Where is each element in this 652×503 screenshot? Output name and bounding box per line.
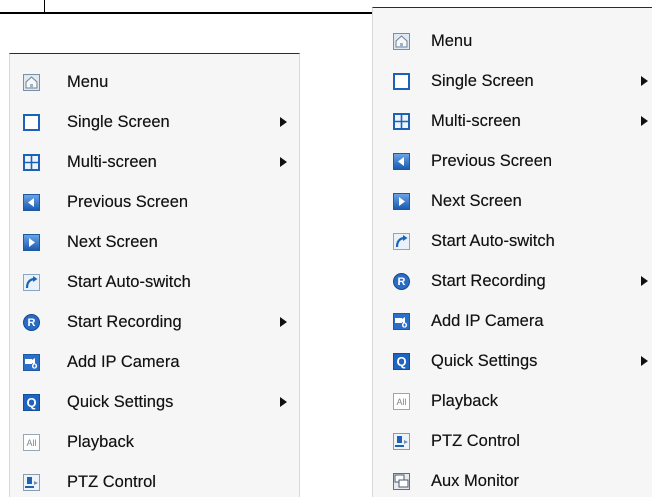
submenu-arrow-icon xyxy=(641,276,648,286)
menu-item-previous-screen[interactable]: Previous Screen xyxy=(373,142,652,182)
menu-item-label: Aux Monitor xyxy=(431,472,520,490)
menu-item-add-ip-camera[interactable]: Add IP Camera xyxy=(373,302,652,342)
playback-icon: All xyxy=(393,393,410,410)
playback-icon: All xyxy=(23,434,40,451)
add-ip-camera-icon xyxy=(393,313,410,330)
next-screen-icon xyxy=(23,234,40,251)
menu-item-label: Next Screen xyxy=(431,192,522,210)
menu-item-label: Multi-screen xyxy=(431,112,521,130)
previous-screen-icon xyxy=(23,194,40,211)
menu-item-label: Next Screen xyxy=(67,233,158,251)
menu-item-label: Start Recording xyxy=(431,272,546,290)
auto-switch-icon xyxy=(393,233,410,250)
multi-screen-icon xyxy=(393,113,410,130)
top-left-frame xyxy=(0,0,45,14)
submenu-arrow-icon xyxy=(280,157,287,167)
submenu-arrow-icon xyxy=(641,356,648,366)
submenu-arrow-icon xyxy=(280,317,287,327)
menu-item-label: Quick Settings xyxy=(431,352,538,370)
menu-item-single-screen[interactable]: Single Screen xyxy=(10,103,299,143)
menu-item-label: Playback xyxy=(67,433,134,451)
menu-item-label: PTZ Control xyxy=(431,432,520,450)
context-menu-left: Menu Single Screen Multi-screen Previous… xyxy=(9,53,300,497)
menu-item-label: Add IP Camera xyxy=(67,353,180,371)
single-screen-icon xyxy=(393,73,410,90)
add-ip-camera-icon xyxy=(23,354,40,371)
menu-item-label: Start Auto-switch xyxy=(67,273,191,291)
menu-item-quick-settings[interactable]: Q Quick Settings xyxy=(10,383,299,423)
submenu-arrow-icon xyxy=(280,117,287,127)
menu-item-label: Single Screen xyxy=(431,72,534,90)
menu-item-label: Menu xyxy=(67,73,109,91)
menu-item-ptz-control[interactable]: PTZ Control xyxy=(10,463,299,503)
previous-screen-icon xyxy=(393,153,410,170)
menu-item-label: Playback xyxy=(431,392,498,410)
submenu-arrow-icon xyxy=(641,116,648,126)
aux-monitor-icon xyxy=(393,473,410,490)
multi-screen-icon xyxy=(23,154,40,171)
ptz-control-icon xyxy=(393,433,410,450)
quick-settings-icon: Q xyxy=(23,394,40,411)
menu-item-multi-screen[interactable]: Multi-screen xyxy=(10,143,299,183)
menu-item-start-recording[interactable]: R Start Recording xyxy=(10,303,299,343)
menu-item-menu[interactable]: Menu xyxy=(373,22,652,62)
menu-item-menu[interactable]: Menu xyxy=(10,63,299,103)
menu-item-previous-screen[interactable]: Previous Screen xyxy=(10,183,299,223)
menu-item-label: Previous Screen xyxy=(67,193,189,211)
menu-item-label: Add IP Camera xyxy=(431,312,544,330)
menu-item-label: Start Auto-switch xyxy=(431,232,555,250)
menu-item-ptz-control[interactable]: PTZ Control xyxy=(373,422,652,462)
menu-item-single-screen[interactable]: Single Screen xyxy=(373,62,652,102)
menu-item-label: Menu xyxy=(431,32,473,50)
auto-switch-icon xyxy=(23,274,40,291)
menu-item-label: Single Screen xyxy=(67,113,170,131)
menu-item-playback[interactable]: All Playback xyxy=(373,382,652,422)
recording-icon: R xyxy=(393,273,410,290)
recording-icon: R xyxy=(23,314,40,331)
menu-item-label: Start Recording xyxy=(67,313,182,331)
menu-item-start-recording[interactable]: R Start Recording xyxy=(373,262,652,302)
menu-item-next-screen[interactable]: Next Screen xyxy=(373,182,652,222)
quick-settings-icon: Q xyxy=(393,353,410,370)
next-screen-icon xyxy=(393,193,410,210)
menu-item-start-auto-switch[interactable]: Start Auto-switch xyxy=(10,263,299,303)
submenu-arrow-icon xyxy=(280,397,287,407)
single-screen-icon xyxy=(23,114,40,131)
menu-item-playback[interactable]: All Playback xyxy=(10,423,299,463)
menu-item-multi-screen[interactable]: Multi-screen xyxy=(373,102,652,142)
home-menu-icon xyxy=(393,33,410,50)
ptz-control-icon xyxy=(23,474,40,491)
menu-item-label: Quick Settings xyxy=(67,393,174,411)
menu-item-start-auto-switch[interactable]: Start Auto-switch xyxy=(373,222,652,262)
submenu-arrow-icon xyxy=(641,76,648,86)
menu-item-quick-settings[interactable]: Q Quick Settings xyxy=(373,342,652,382)
home-menu-icon xyxy=(23,74,40,91)
menu-item-label: Previous Screen xyxy=(431,152,553,170)
menu-item-add-ip-camera[interactable]: Add IP Camera xyxy=(10,343,299,383)
menu-item-label: Multi-screen xyxy=(67,153,157,171)
menu-item-label: PTZ Control xyxy=(67,473,156,491)
context-menu-right: Menu Single Screen Multi-screen Previous… xyxy=(372,7,652,497)
menu-item-next-screen[interactable]: Next Screen xyxy=(10,223,299,263)
menu-item-aux-monitor[interactable]: Aux Monitor xyxy=(373,462,652,502)
